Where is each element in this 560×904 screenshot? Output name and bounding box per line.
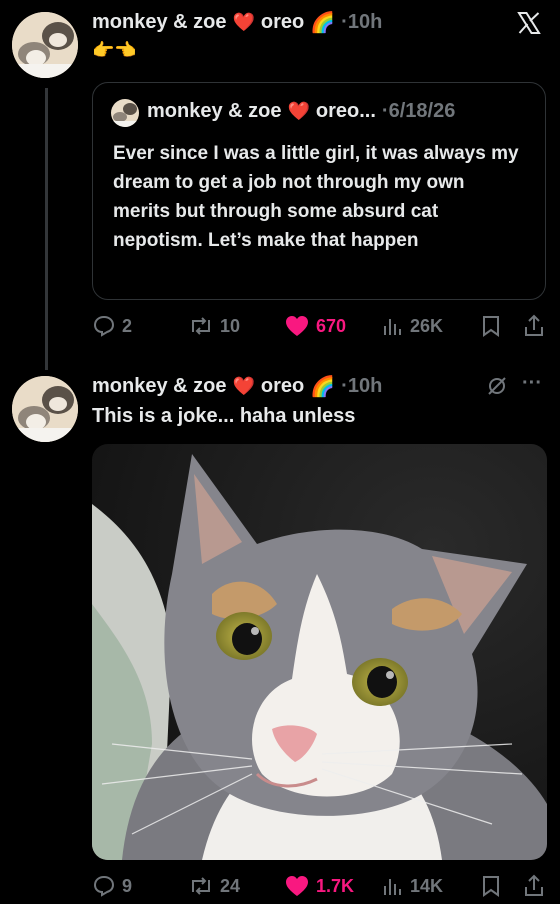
media-image[interactable] — [92, 444, 547, 860]
quote-display-name-2: oreo... — [315, 100, 376, 122]
views-button[interactable]: 26K — [382, 314, 443, 338]
tweet-header: monkey & zoe ❤️ oreo 🌈 ·10h — [92, 374, 382, 399]
reply-icon — [92, 314, 116, 338]
views-icon — [382, 314, 404, 338]
bookmark-icon[interactable] — [480, 314, 502, 343]
reply-button[interactable]: 2 — [92, 314, 132, 338]
display-name-2[interactable]: oreo — [261, 11, 304, 34]
heart-emoji-icon: ❤️ — [232, 12, 255, 32]
display-name[interactable]: monkey & zoe — [92, 11, 226, 34]
more-options-icon[interactable]: ··· — [522, 372, 542, 395]
repost-button[interactable]: 10 — [188, 314, 240, 338]
repost-icon — [188, 874, 214, 898]
x-logo-icon[interactable] — [516, 10, 542, 41]
repost-count: 10 — [220, 315, 241, 336]
quote-text: Ever since I was a little girl, it was a… — [113, 143, 519, 251]
like-button[interactable]: 670 — [284, 314, 346, 338]
bookmark-icon[interactable] — [480, 874, 502, 903]
quote-header: monkey & zoe ❤️ oreo... ·6/18/26 — [147, 100, 455, 123]
emoji-line: 👉👈 — [92, 40, 137, 60]
display-name[interactable]: monkey & zoe — [92, 375, 226, 398]
views-icon — [382, 874, 404, 898]
timestamp[interactable]: ·10h — [341, 11, 382, 34]
reply-count: 2 — [122, 315, 133, 336]
quote-display-name: monkey & zoe — [147, 100, 282, 122]
like-button[interactable]: 1.7K — [284, 874, 354, 898]
timestamp[interactable]: ·10h — [341, 375, 382, 398]
grok-icon[interactable] — [486, 375, 508, 402]
repost-icon — [188, 314, 214, 338]
heart-filled-icon — [284, 874, 310, 898]
repost-button[interactable]: 24 — [188, 874, 240, 898]
tweet-header: monkey & zoe ❤️ oreo 🌈 ·10h — [92, 10, 382, 35]
heart-emoji-icon: ❤️ — [287, 101, 310, 121]
rainbow-emoji-icon: 🌈 — [310, 376, 336, 398]
tweet-text: This is a joke... haha unless — [92, 405, 356, 427]
heart-emoji-icon: ❤️ — [232, 376, 255, 396]
quote-card[interactable]: monkey & zoe ❤️ oreo... ·6/18/26 Ever si… — [92, 82, 546, 300]
reply-icon — [92, 874, 116, 898]
like-count: 1.7K — [316, 875, 355, 896]
heart-filled-icon — [284, 314, 310, 338]
thread-line — [45, 88, 48, 370]
share-icon[interactable] — [522, 313, 546, 344]
display-name-2[interactable]: oreo — [261, 375, 304, 398]
views-button[interactable]: 14K — [382, 874, 443, 898]
avatar[interactable] — [12, 12, 78, 78]
quote-date: ·6/18/26 — [381, 100, 456, 122]
rainbow-emoji-icon: 🌈 — [310, 12, 336, 34]
reply-button[interactable]: 9 — [92, 874, 132, 898]
avatar[interactable] — [12, 376, 78, 442]
quote-avatar — [111, 99, 139, 127]
views-count: 14K — [410, 875, 444, 896]
repost-count: 24 — [220, 875, 241, 896]
views-count: 26K — [410, 315, 444, 336]
like-count: 670 — [316, 315, 347, 336]
share-icon[interactable] — [522, 873, 546, 904]
reply-count: 9 — [122, 875, 133, 896]
